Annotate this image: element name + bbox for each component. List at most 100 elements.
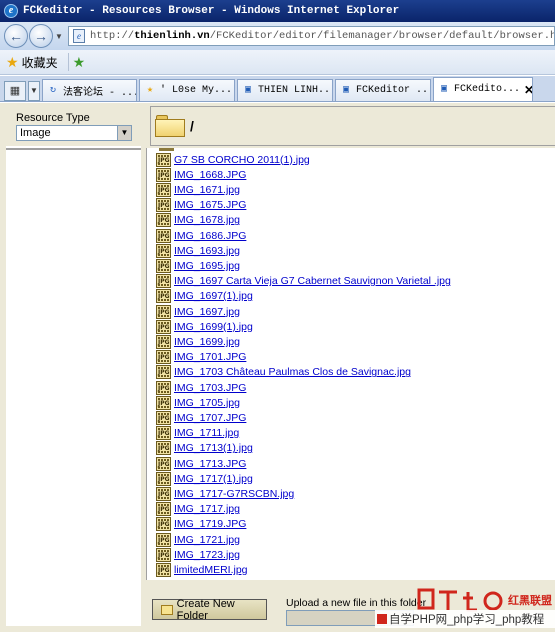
file-item[interactable]: JPG IMG_1705.jpg [156, 395, 240, 410]
file-link[interactable]: IMG_1697 Carta Vieja G7 Cabernet Sauvign… [174, 275, 451, 287]
file-item[interactable]: JPG IMG_1668.JPG [156, 167, 246, 182]
jpg-icon-text: JPG [158, 262, 170, 270]
favorites-bar: ★ 收藏夹 ★ [0, 50, 555, 75]
file-item[interactable]: JPG IMG_1701.JPG [156, 350, 246, 365]
history-dropdown-icon[interactable]: ▼ [54, 32, 64, 41]
file-link[interactable]: IMG_1703 Château Paulmas Clos de Savigna… [174, 366, 411, 378]
back-button[interactable]: ← [4, 24, 28, 48]
file-item[interactable]: JPG IMG_1697.jpg [156, 304, 240, 319]
file-item[interactable]: JPG IMG_1693.jpg [156, 243, 240, 258]
chevron-down-icon: ▼ [117, 126, 131, 140]
file-item[interactable]: JPG IMG_1723.jpg [156, 547, 240, 562]
file-item[interactable]: JPG IMG_1703.JPG [156, 380, 246, 395]
file-item[interactable]: JPG IMG_1697 Carta Vieja G7 Cabernet Sauv… [156, 274, 451, 289]
tab-fckeditor-active[interactable]: ▣ FCKedito... ✕ [433, 77, 533, 101]
file-item[interactable]: JPG IMG_1675.JPG [156, 198, 246, 213]
file-item[interactable]: JPG IMG_1721.jpg [156, 532, 240, 547]
jpg-icon-text: JPG [158, 475, 170, 483]
file-link[interactable]: IMG_1695.jpg [174, 260, 240, 272]
page-icon: e [73, 29, 85, 43]
file-link[interactable]: IMG_1668.JPG [174, 169, 246, 181]
file-link[interactable]: IMG_1717.jpg [174, 503, 240, 515]
file-link[interactable]: IMG_1719.JPG [174, 518, 246, 530]
file-link[interactable]: IMG_1713(1).jpg [174, 442, 253, 454]
jpg-file-icon: JPG [156, 517, 171, 532]
jpg-file-icon: JPG [156, 471, 171, 486]
file-link[interactable]: G7 SB CORCHO 2011(1).jpg [174, 154, 310, 166]
jpg-icon-text: JPG [158, 566, 170, 574]
tab-bar: ▦ ▼ ↻ 法客论坛 - ... ★ ' L0se My... ▣ THIEN … [0, 76, 555, 102]
resource-type-label: Resource Type [16, 112, 90, 124]
jpg-file-icon: JPG [156, 486, 171, 501]
tab-thien-linh[interactable]: ▣ THIEN LINH... [237, 79, 333, 101]
file-item[interactable]: JPG IMG_1699(1).jpg [156, 319, 253, 334]
file-link[interactable]: IMG_1671.jpg [174, 184, 240, 196]
add-to-favorites-icon[interactable]: ★ [73, 54, 86, 71]
tab-fckeditor[interactable]: ▣ FCKeditor ... [335, 79, 431, 101]
file-link[interactable]: limitedMERI.jpg [174, 564, 248, 576]
file-link[interactable]: IMG_1717-G7RSCBN.jpg [174, 488, 294, 500]
file-item[interactable]: JPG G7 SB CORCHO 2011(1).jpg [156, 152, 310, 167]
file-link[interactable]: IMG_1699(1).jpg [174, 321, 253, 333]
file-link[interactable]: IMG_1701.JPG [174, 351, 246, 363]
tab-lose-my[interactable]: ★ ' L0se My... [139, 79, 235, 101]
jpg-file-icon: JPG [156, 258, 171, 273]
forward-button[interactable]: → [29, 24, 53, 48]
file-link[interactable]: IMG_1686.JPG [174, 230, 246, 242]
file-link[interactable]: IMG_1707.JPG [174, 412, 246, 424]
file-link[interactable]: IMG_1678.jpg [174, 214, 240, 226]
folder-icon [161, 604, 173, 615]
jpg-file-icon: JPG [156, 365, 171, 380]
file-link[interactable]: IMG_1721.jpg [174, 534, 240, 546]
jpg-file-icon: JPG [156, 456, 171, 471]
file-item[interactable]: JPG limitedMERI.jpg [156, 562, 248, 577]
file-item[interactable]: JPG IMG_1695.jpg [156, 258, 240, 273]
tab-list-dropdown-icon[interactable]: ▼ [28, 81, 40, 101]
ie-page-icon: ▣ [244, 84, 252, 96]
close-tab-icon[interactable]: ✕ [520, 83, 532, 97]
tab-label: FCKedito... [454, 84, 521, 95]
address-field[interactable]: e http://thienlinh.vn/FCKeditor/editor/f… [68, 26, 555, 46]
file-item[interactable]: JPG IMG_1719.JPG [156, 517, 246, 532]
file-item[interactable]: JPG IMG_1717-G7RSCBN.jpg [156, 486, 294, 501]
file-item[interactable]: JPG IMG_1699.jpg [156, 334, 240, 349]
file-link[interactable]: IMG_1693.jpg [174, 245, 240, 257]
jpg-file-icon: JPG [156, 228, 171, 243]
jpg-icon-text: JPG [158, 217, 170, 225]
file-item[interactable]: JPG IMG_1711.jpg [156, 426, 239, 441]
quick-tabs-icon[interactable]: ▦ [4, 81, 26, 101]
jpg-file-icon: JPG [156, 395, 171, 410]
pane-divider [6, 148, 141, 150]
file-item[interactable]: JPG IMG_1686.JPG [156, 228, 246, 243]
file-link[interactable]: IMG_1699.jpg [174, 336, 240, 348]
file-item[interactable]: JPG IMG_1671.jpg [156, 182, 240, 197]
file-link[interactable]: IMG_1705.jpg [174, 397, 240, 409]
resource-type-select[interactable]: Image ▼ [16, 125, 132, 141]
file-link[interactable]: IMG_1697.jpg [174, 306, 240, 318]
file-link[interactable]: IMG_1697(1).jpg [174, 290, 253, 302]
jpg-file-icon: JPG [156, 350, 171, 365]
jpg-icon-text: JPG [158, 202, 170, 210]
file-link[interactable]: IMG_1703.JPG [174, 382, 246, 394]
favorites-button[interactable]: 收藏夹 [22, 54, 58, 71]
jpg-file-icon: JPG [156, 426, 171, 441]
file-item[interactable]: JPG IMG_1713.JPG [156, 456, 246, 471]
navigation-bar: ← → ▼ e http://thienlinh.vn/FCKeditor/ed… [0, 22, 555, 50]
file-item[interactable]: JPG IMG_1717(1).jpg [156, 471, 253, 486]
file-item[interactable]: JPG IMG_1717.jpg [156, 502, 240, 517]
file-link[interactable]: IMG_1713.JPG [174, 458, 246, 470]
file-item[interactable]: JPG IMG_1703 Château Paulmas Clos de Savi… [156, 365, 411, 380]
jpg-file-icon: JPG [156, 304, 171, 319]
file-item[interactable]: JPG IMG_1678.jpg [156, 213, 240, 228]
file-link[interactable]: IMG_1711.jpg [174, 427, 239, 439]
file-item[interactable]: JPG IMG_1713(1).jpg [156, 441, 253, 456]
file-item[interactable]: JPG IMG_1707.JPG [156, 410, 246, 425]
file-link[interactable]: IMG_1675.JPG [174, 199, 246, 211]
tab-fake-forum[interactable]: ↻ 法客论坛 - ... [42, 79, 137, 101]
file-item[interactable]: JPG IMG_1697(1).jpg [156, 289, 253, 304]
create-folder-button[interactable]: Create New Folder [152, 597, 267, 622]
address-path: /FCKeditor/editor/filemanager/browser/de… [209, 30, 554, 42]
file-link[interactable]: IMG_1723.jpg [174, 549, 240, 561]
create-folder-label: Create New Folder [176, 597, 235, 622]
file-link[interactable]: IMG_1717(1).jpg [174, 473, 253, 485]
